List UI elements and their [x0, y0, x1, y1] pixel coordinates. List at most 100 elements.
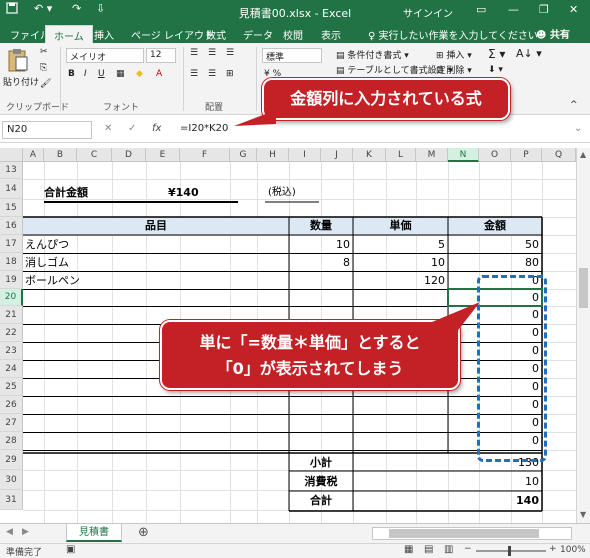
delete-cells-button[interactable]: ⊟ 削除 ▾: [436, 63, 472, 76]
align-middle-icon[interactable]: ☰: [208, 48, 216, 58]
font-color-icon[interactable]: A: [156, 69, 162, 79]
fill-color-icon[interactable]: ◆: [136, 69, 143, 79]
tab-page-layout[interactable]: ページ レイアウト: [131, 27, 214, 42]
fill-icon[interactable]: ⬇ ▾: [488, 65, 503, 75]
maximize-icon[interactable]: ❐: [539, 3, 549, 16]
scroll-down-icon[interactable]: ▼: [580, 510, 586, 519]
cond-format-button[interactable]: ▤ 条件付き書式 ▾: [336, 48, 409, 61]
zoom-out-icon[interactable]: −: [464, 544, 472, 554]
border-icon[interactable]: ▦: [116, 69, 125, 79]
callout-formula-text: 金額列に入力されている式: [290, 89, 482, 108]
enter-icon[interactable]: ✓: [128, 123, 136, 134]
name-box[interactable]: N20: [2, 121, 92, 139]
zoom-slider[interactable]: [476, 546, 546, 556]
zoom-level[interactable]: 100%: [560, 545, 586, 555]
add-sheet-icon[interactable]: ⊕: [138, 525, 149, 540]
bold-button[interactable]: B: [68, 69, 75, 79]
formula-input[interactable]: =I20*K20: [180, 123, 228, 134]
title-bar: ↶ ▾ ↷ ⇩ 見積書00.xlsx - Excel サインイン ▭ — ❐ ✕: [0, 0, 590, 23]
font-size-select[interactable]: 12: [146, 48, 176, 63]
item-price[interactable]: 120: [353, 272, 445, 290]
callout-zero-warning: 単に「=数量＊単価」とすると 「0」が表示されてしまう: [160, 320, 460, 390]
item-price[interactable]: 5: [353, 236, 445, 254]
autosum-icon[interactable]: Σ ▾: [488, 47, 505, 61]
copy-icon[interactable]: ⎘: [40, 63, 47, 73]
share-button[interactable]: ☻ 共有: [536, 26, 570, 41]
page-break-view-icon[interactable]: ▥: [444, 544, 453, 555]
subtotal-label[interactable]: 小計: [289, 454, 353, 472]
ribbon-options-icon[interactable]: ▭: [476, 3, 486, 16]
vertical-scrollbar[interactable]: ▲ ▼: [576, 148, 590, 523]
item-name[interactable]: 消しゴム: [25, 254, 69, 272]
header-price[interactable]: 単価: [353, 217, 448, 235]
tell-me-search[interactable]: ♀ 実行したい作業を入力してください: [368, 27, 538, 42]
sheet-next-icon[interactable]: ▶: [22, 527, 29, 537]
insert-cells-button[interactable]: ⊞ 挿入 ▾: [436, 48, 472, 61]
tab-insert[interactable]: 挿入: [94, 27, 114, 42]
paste-icon[interactable]: [6, 47, 30, 73]
ribbon-separator: [256, 47, 257, 111]
minimize-icon[interactable]: —: [508, 3, 519, 16]
tab-formulas[interactable]: 数式: [206, 27, 226, 42]
tab-view[interactable]: 表示: [321, 27, 341, 42]
normal-view-icon[interactable]: ▦: [404, 544, 413, 555]
align-top-icon[interactable]: ☰: [190, 48, 198, 58]
header-item[interactable]: 品目: [23, 217, 289, 235]
grand-total-label[interactable]: 合計: [289, 492, 353, 510]
align-left-icon[interactable]: ☰: [190, 69, 198, 79]
h-scroll-thumb[interactable]: [389, 529, 539, 538]
cond-format-label: 条件付き書式 ▾: [347, 51, 409, 61]
horizontal-scrollbar[interactable]: [372, 527, 572, 540]
number-format-select[interactable]: 標準: [262, 48, 322, 63]
item-amount[interactable]: 50: [448, 236, 539, 254]
font-name-select[interactable]: メイリオ: [66, 48, 144, 63]
item-qty[interactable]: 10: [289, 236, 350, 254]
header-qty[interactable]: 数量: [289, 217, 353, 235]
total-value[interactable]: ¥140: [168, 184, 199, 202]
item-qty[interactable]: 8: [289, 254, 350, 272]
grand-total-value[interactable]: 140: [353, 492, 539, 510]
cut-icon[interactable]: ✂: [40, 47, 48, 57]
insert-function-icon[interactable]: fx: [152, 123, 161, 134]
collapse-ribbon-icon[interactable]: ^: [570, 100, 578, 110]
close-icon[interactable]: ✕: [569, 3, 578, 16]
item-amount[interactable]: 80: [448, 254, 539, 272]
signin-link[interactable]: サインイン: [403, 5, 453, 20]
tab-file[interactable]: ファイル: [10, 27, 50, 42]
ribbon-separator: [60, 47, 61, 111]
format-painter-icon[interactable]: 🖌: [40, 79, 51, 89]
paste-label[interactable]: 貼り付け: [3, 75, 39, 88]
cancel-icon[interactable]: ✕: [104, 123, 112, 134]
sheet-prev-icon[interactable]: ◀: [6, 527, 13, 537]
expand-formula-icon[interactable]: ⌄: [574, 123, 582, 134]
highlight-dashed-box: [477, 275, 547, 462]
align-bottom-icon[interactable]: ☰: [226, 48, 234, 58]
sort-filter-icon[interactable]: A↓ ▾: [516, 47, 542, 60]
zoom-in-icon[interactable]: +: [549, 544, 557, 554]
underline-button[interactable]: U: [98, 69, 105, 79]
item-name[interactable]: えんぴつ: [25, 236, 69, 254]
tab-review[interactable]: 校閲: [283, 27, 303, 42]
header-amount[interactable]: 金額: [448, 217, 542, 235]
tab-data[interactable]: データ: [243, 27, 273, 42]
zoom-slider-thumb[interactable]: [508, 546, 511, 556]
insert-cells-label: 挿入 ▾: [446, 51, 472, 61]
merge-center-icon[interactable]: ⊞: [226, 69, 234, 79]
italic-button[interactable]: I: [84, 69, 87, 79]
item-price[interactable]: 10: [353, 254, 445, 272]
sheet-tab-active[interactable]: 見積書: [66, 524, 122, 542]
tax-value[interactable]: 10: [353, 473, 539, 491]
item-name[interactable]: ボールペン: [25, 272, 80, 290]
page-layout-view-icon[interactable]: ▤: [424, 544, 433, 555]
callout-zero-pointer: [432, 302, 480, 338]
formula-bar: N20 ✕ ✓ fx =I20*K20 ⌄: [0, 117, 590, 143]
scroll-thumb[interactable]: [579, 268, 588, 308]
tab-home[interactable]: ホーム: [45, 25, 93, 43]
total-label[interactable]: 合計金額: [44, 184, 88, 202]
tax-note[interactable]: (税込): [268, 184, 296, 202]
group-font: フォント: [103, 103, 140, 113]
scroll-up-icon[interactable]: ▲: [580, 150, 586, 159]
tax-label[interactable]: 消費税: [289, 473, 353, 491]
macro-record-icon[interactable]: ▣: [66, 544, 75, 555]
align-center-icon[interactable]: ☰: [208, 69, 216, 79]
